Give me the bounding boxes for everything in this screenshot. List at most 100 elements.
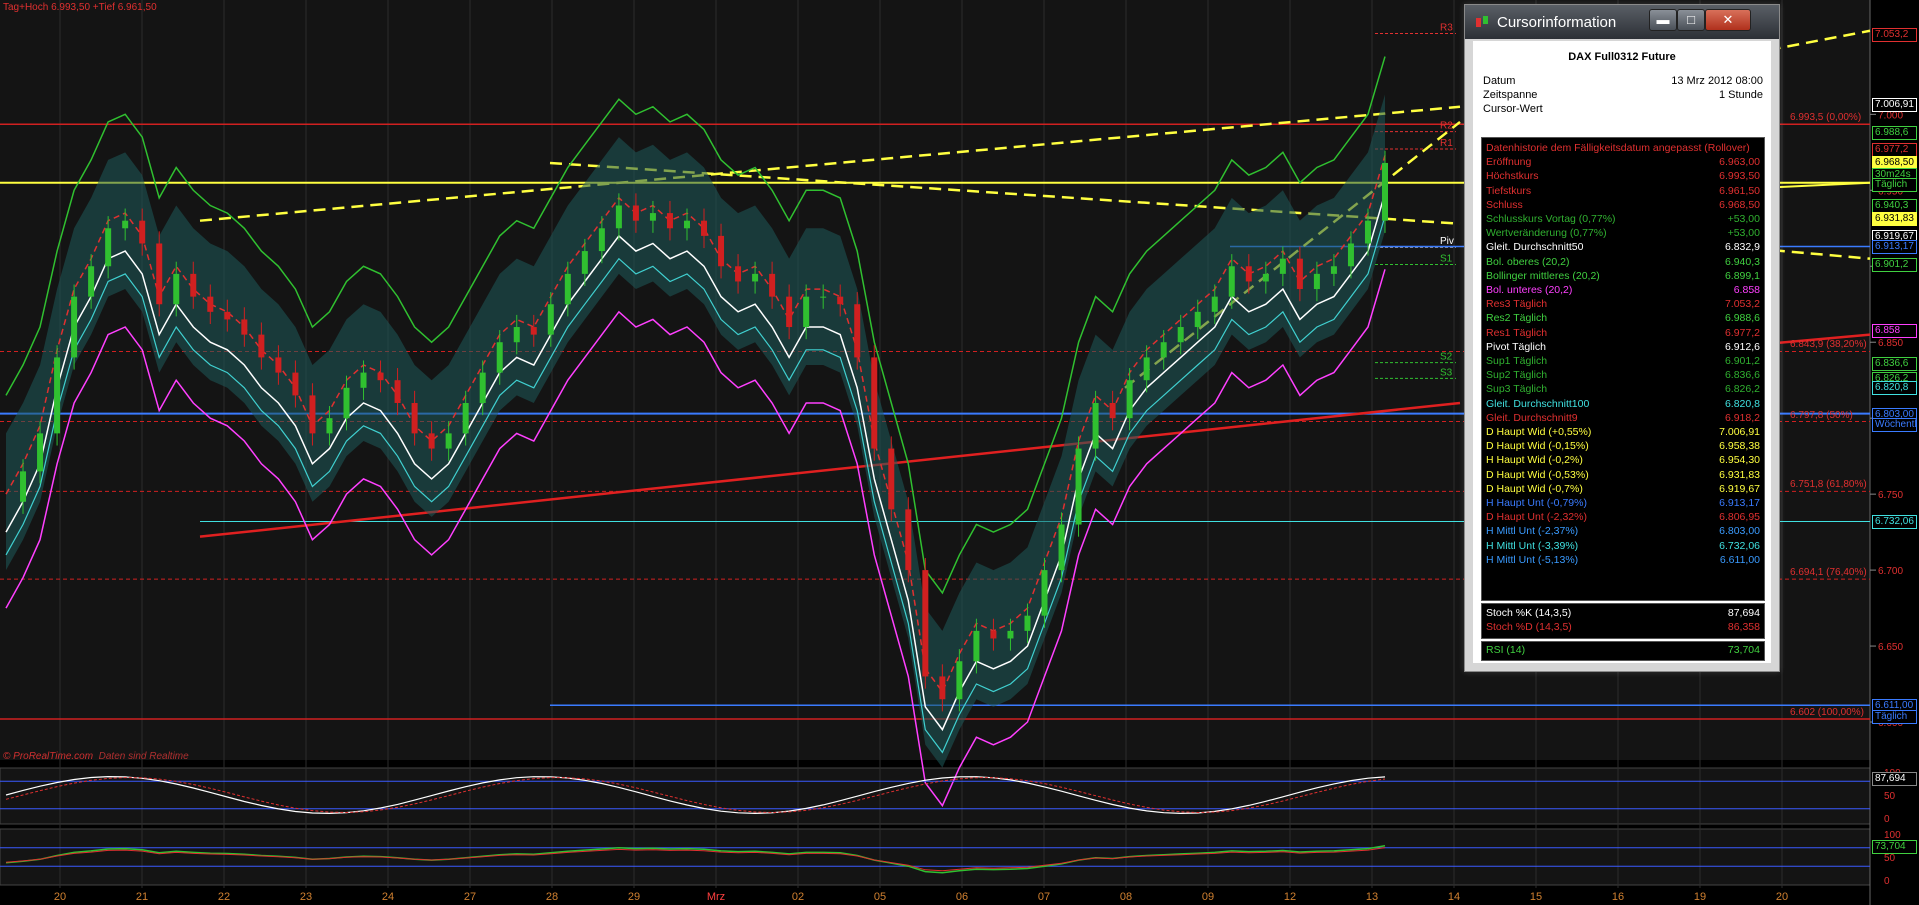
indicator-row: D Haupt Unt (-2,32%) 6.806,95 xyxy=(1486,511,1760,525)
candle-body xyxy=(20,471,27,502)
candle-body xyxy=(71,296,78,358)
indicator-name: Pivot Täglich xyxy=(1486,340,1546,353)
indicator-row: Eröffnung 6.963,00 xyxy=(1486,156,1760,170)
indicator-row: Gleit. Durchschnitt100 6.820,8 xyxy=(1486,398,1760,412)
close-button[interactable]: ✕ xyxy=(1705,9,1751,31)
indicator-name: Gleit. Durchschnitt100 xyxy=(1486,397,1590,410)
x-tick-label: 12 xyxy=(1284,891,1296,903)
indicator-name: Res2 Täglich xyxy=(1486,312,1548,325)
candle-body xyxy=(581,251,588,274)
candle-body xyxy=(190,273,197,297)
x-tick-label: 21 xyxy=(136,891,148,903)
minimize-button[interactable]: ▬ xyxy=(1649,9,1677,31)
indicator-row: Res1 Täglich 6.977,2 xyxy=(1486,327,1760,341)
candle-body xyxy=(445,433,452,449)
rsi-axis-label: 0 xyxy=(1884,876,1890,887)
stochastic-row: Stoch %D (14,3,5) 86,358 xyxy=(1486,621,1760,635)
price-tag: 6.913,17 xyxy=(1872,240,1917,255)
price-tag: 6.901,2 xyxy=(1872,258,1917,273)
indicator-name: Wertveränderung (0,77%) xyxy=(1486,227,1607,240)
indicator-value: +53,00 xyxy=(1727,213,1760,225)
candle-body xyxy=(1382,162,1388,221)
x-tick-label: Mrz xyxy=(707,891,725,903)
fibonacci-label: 6.797,8 (50%) xyxy=(1790,409,1853,421)
indicator-row: D Haupt Wid (-0,7%) 6.919,67 xyxy=(1486,483,1760,497)
price-tag: 7.053,2 xyxy=(1872,27,1917,42)
x-tick-label: 08 xyxy=(1120,891,1132,903)
candle-body xyxy=(973,630,980,662)
credit-note: Daten sind Realtime xyxy=(98,751,189,762)
rsi-value: 73,704 xyxy=(1727,644,1760,656)
x-tick-label: 19 xyxy=(1694,891,1706,903)
fibonacci-label: 6.993,5 (0,00%) xyxy=(1790,112,1862,124)
candle-body xyxy=(258,334,265,358)
indicator-value: 6.858 xyxy=(1733,284,1760,296)
indicator-row: Sup3 Täglich 6.826,2 xyxy=(1486,383,1760,397)
candle-body xyxy=(666,213,673,229)
price-tag: Täglich xyxy=(1872,709,1917,724)
price-tag: 6.732,06 xyxy=(1872,515,1917,530)
indicator-name: D Haupt Unt (-2,32%) xyxy=(1486,511,1587,524)
pivot-label: Piv xyxy=(1440,236,1454,247)
meta-key: Datum xyxy=(1483,75,1516,87)
cursor-info-window[interactable]: Cursorinformation ▬ □ ✕ DAX Full0312 Fut… xyxy=(1464,4,1780,672)
fibonacci-label: 6.751,8 (61,80%) xyxy=(1790,479,1867,491)
stochastic-value: 86,358 xyxy=(1727,621,1760,633)
instrument-title: DAX Full0312 Future xyxy=(1568,51,1676,63)
indicator-value: 7.006,91 xyxy=(1719,426,1760,438)
candle-body xyxy=(1262,273,1269,282)
candle-body xyxy=(343,387,350,419)
indicator-row: Höchstkurs 6.993,50 xyxy=(1486,170,1760,184)
candle-body xyxy=(530,327,537,335)
candle-body xyxy=(1024,615,1031,631)
indicator-values-box: Datenhistorie dem Fälligkeitsdatum angep… xyxy=(1481,137,1765,601)
candle-body xyxy=(122,220,129,229)
window-titlebar[interactable]: Cursorinformation ▬ □ ✕ xyxy=(1465,5,1779,39)
candle-body xyxy=(547,304,554,335)
indicator-row: Gleit. Durchschnitt50 6.832,9 xyxy=(1486,241,1760,255)
price-tag: 6.858 xyxy=(1872,324,1917,339)
candle-body xyxy=(292,372,299,396)
stoch-axis-label: 0 xyxy=(1884,814,1890,825)
stochastic-value: 87,694 xyxy=(1727,607,1760,619)
indicator-value: 6.611,00 xyxy=(1719,553,1760,566)
indicator-row: H Haupt Wid (-0,2%) 6.954,30 xyxy=(1486,454,1760,468)
x-tick-label: 20 xyxy=(1776,891,1788,903)
indicator-value: 6.961,50 xyxy=(1719,184,1760,197)
indicator-value: 6.826,2 xyxy=(1724,383,1760,396)
x-tick-label: 15 xyxy=(1530,891,1542,903)
indicator-value: 6.977,2 xyxy=(1724,326,1760,339)
indicator-row: Schlusskurs Vortag (0,77%) +53,00 xyxy=(1486,213,1760,227)
indicator-row: Wertveränderung (0,77%) +53,00 xyxy=(1486,227,1760,241)
candle-body xyxy=(513,327,520,343)
indicator-row: Bollinger mittleres (20,2) 6.899,1 xyxy=(1486,270,1760,284)
maximize-button[interactable]: □ xyxy=(1677,9,1705,31)
price-tag: Wöchentl xyxy=(1872,418,1917,433)
indicator-value: 6.912,6 xyxy=(1724,340,1760,353)
indicator-value: 6.958,38 xyxy=(1719,440,1760,453)
fibonacci-label: 6.843,9 (38,20%) xyxy=(1790,339,1867,351)
candle-body xyxy=(888,448,895,510)
chart-header: Tag+Hoch 6.993,50 +Tief 6.961,50 xyxy=(3,2,157,13)
candle-body xyxy=(360,372,367,388)
indicator-name: H Mittl Unt (-2,37%) xyxy=(1486,525,1579,538)
window-app-icon xyxy=(1476,16,1488,27)
candle-body xyxy=(837,296,844,305)
candle-body xyxy=(854,304,861,358)
candle-body xyxy=(37,433,44,472)
indicator-value: 6.993,50 xyxy=(1719,170,1760,183)
indicator-value: +53,00 xyxy=(1727,227,1760,240)
price-tag: 6.977,2 xyxy=(1872,142,1917,157)
y-tick-label: 6.850 xyxy=(1878,338,1903,349)
y-tick-label: 6.650 xyxy=(1878,642,1903,653)
indicator-value: 6.954,30 xyxy=(1719,454,1760,467)
candle-body xyxy=(615,205,622,229)
meta-row: Datum 13 Mrz 2012 08:00 xyxy=(1483,75,1763,89)
x-tick-label: 23 xyxy=(300,891,312,903)
indicator-name: H Mittl Unt (-3,39%) xyxy=(1486,539,1579,552)
indicator-value: 6.988,6 xyxy=(1724,312,1760,325)
candle-body xyxy=(156,243,163,305)
candle-body xyxy=(207,296,214,312)
candle-body xyxy=(377,372,384,381)
pivot-label: S3 xyxy=(1440,367,1453,378)
